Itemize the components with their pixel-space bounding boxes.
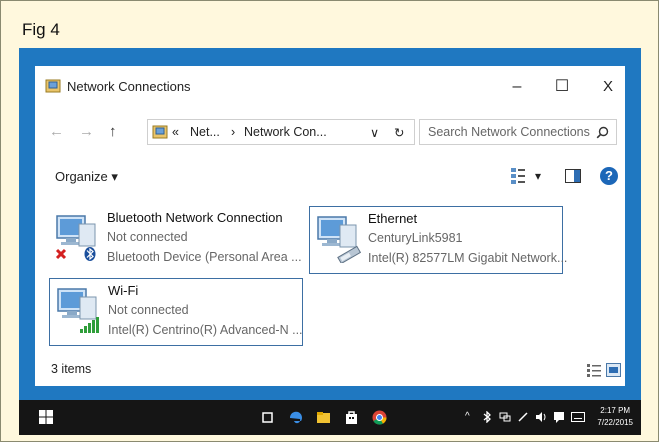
- forward-button[interactable]: →: [79, 123, 94, 140]
- breadcrumb-item[interactable]: Network Con...: [244, 125, 327, 139]
- clock-date: 7/22/2015: [597, 418, 633, 427]
- connection-item-ethernet[interactable]: Ethernet CenturyLink5981 Intel(R) 82577L…: [309, 206, 567, 274]
- status-bar: 3 items: [35, 356, 625, 384]
- taskbar-clock[interactable]: 2:17 PM 7/22/2015: [597, 405, 633, 429]
- connection-status: CenturyLink5981: [368, 231, 463, 245]
- task-view-icon[interactable]: [259, 409, 276, 426]
- desktop: Network Connections – ☐ X ← → ↑ « Net...…: [19, 48, 641, 435]
- change-view-icon[interactable]: [511, 168, 525, 184]
- bluetooth-tray-icon[interactable]: [481, 411, 493, 423]
- network-tray-icon[interactable]: [499, 411, 511, 423]
- preview-pane-icon[interactable]: [565, 169, 581, 183]
- breadcrumb-item[interactable]: Net...: [190, 125, 220, 139]
- details-view-icon[interactable]: [587, 364, 601, 377]
- clock-time: 2:17 PM: [600, 406, 631, 415]
- up-button[interactable]: ↑: [109, 123, 117, 140]
- store-icon[interactable]: [343, 409, 360, 426]
- connection-status: Not connected: [107, 230, 188, 244]
- maximize-button[interactable]: ☐: [546, 74, 578, 100]
- windows-start-icon[interactable]: [39, 410, 53, 424]
- help-button[interactable]: ?: [600, 167, 618, 185]
- address-row: ← → ↑ « Net... › Network Con... ∨ ↻ Sear…: [35, 118, 625, 148]
- connection-name: Ethernet: [368, 211, 418, 226]
- back-button[interactable]: ←: [49, 123, 64, 140]
- taskbar: ^ 2:17 PM 7/22/2015: [19, 400, 641, 435]
- action-center-icon[interactable]: [553, 411, 565, 423]
- command-bar: Organize ▾ ▾ ?: [35, 162, 625, 192]
- network-connections-window: Network Connections – ☐ X ← → ↑ « Net...…: [35, 66, 625, 386]
- large-icons-view-icon[interactable]: [606, 363, 621, 377]
- figure-label: Fig 4: [22, 20, 60, 39]
- network-folder-icon: [45, 79, 61, 93]
- network-folder-icon: [152, 125, 168, 139]
- connection-device: Intel(R) 82577LM Gigabit Network...: [368, 251, 568, 265]
- connection-device: Intel(R) Centrino(R) Advanced-N ...: [108, 323, 303, 337]
- figure-frame: Fig 4 Network Connections – ☐ X ← → ↑ « …: [0, 0, 659, 442]
- connection-name: Wi-Fi: [108, 283, 139, 298]
- connection-device: Bluetooth Device (Personal Area ...: [107, 250, 302, 264]
- breadcrumb-separator[interactable]: ›: [231, 125, 235, 139]
- connection-item-bluetooth[interactable]: Bluetooth Network Connection Not connect…: [49, 206, 305, 274]
- organize-button[interactable]: Organize ▾: [55, 169, 118, 185]
- search-box[interactable]: Search Network Connections: [419, 119, 617, 145]
- item-count: 3 items: [51, 362, 92, 376]
- file-explorer-icon[interactable]: [315, 409, 332, 426]
- connection-status: Not connected: [108, 303, 189, 317]
- show-hidden-icons-button[interactable]: ^: [465, 411, 470, 422]
- connection-item-wifi[interactable]: Wi-Fi Not connected Intel(R) Centrino(R)…: [49, 278, 303, 346]
- network-computer-icon: [317, 216, 362, 263]
- keyboard-icon[interactable]: [571, 412, 585, 422]
- network-computer-icon: [55, 215, 96, 261]
- search-input[interactable]: Search Network Connections: [428, 125, 590, 139]
- volume-icon[interactable]: [535, 411, 547, 423]
- network-computer-icon: [57, 288, 99, 333]
- connection-name: Bluetooth Network Connection: [107, 210, 283, 225]
- address-bar[interactable]: « Net... › Network Con... ∨ ↻: [147, 119, 415, 145]
- close-button[interactable]: X: [592, 74, 624, 100]
- search-icon[interactable]: [596, 126, 609, 139]
- refresh-button[interactable]: ↻: [394, 125, 404, 140]
- title-bar[interactable]: Network Connections – ☐ X: [35, 66, 625, 106]
- pen-tray-icon[interactable]: [517, 411, 529, 423]
- window-title: Network Connections: [67, 79, 191, 94]
- view-options-arrow[interactable]: ▾: [535, 169, 541, 183]
- chrome-icon[interactable]: [371, 409, 388, 426]
- edge-browser-icon[interactable]: [287, 409, 304, 426]
- address-dropdown-button[interactable]: ∨: [370, 125, 379, 140]
- minimize-button[interactable]: –: [501, 74, 533, 100]
- breadcrumb-overflow[interactable]: «: [172, 125, 179, 139]
